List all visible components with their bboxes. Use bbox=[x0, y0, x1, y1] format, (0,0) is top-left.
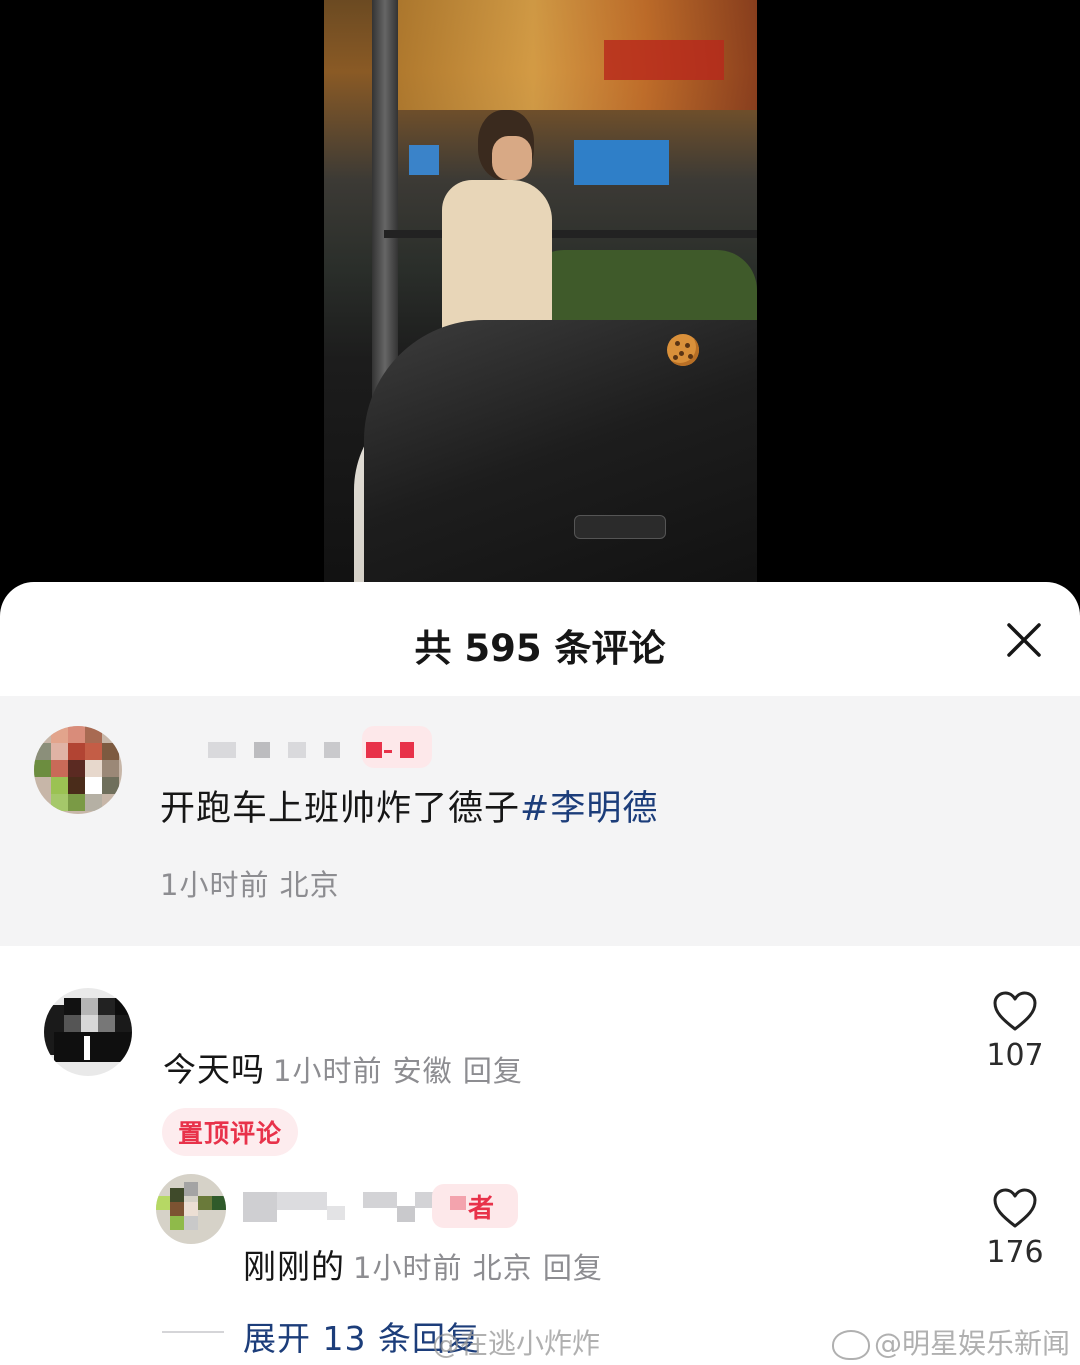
reply-body: 刚刚的 1小时前 北京 回复 bbox=[243, 1247, 603, 1286]
black-car bbox=[364, 320, 757, 600]
comment-body: 今天吗 1小时前 安徽 回复 bbox=[163, 1050, 523, 1089]
user-badge bbox=[362, 726, 432, 768]
post-meta: 1小时前 北京 bbox=[160, 868, 340, 902]
sheet-header: 共 595 条评论 bbox=[0, 582, 1080, 696]
pinned-comment-tag: 置顶评论 bbox=[162, 1108, 299, 1156]
avatar[interactable] bbox=[44, 988, 132, 1076]
watermark: @明星娱乐新闻 bbox=[832, 1322, 1070, 1362]
video-player[interactable] bbox=[0, 0, 1080, 600]
divider bbox=[162, 1331, 224, 1333]
cookie-sticker-icon bbox=[667, 334, 699, 366]
original-post: 开跑车上班帅炸了德子#李明德 1小时前 北京 bbox=[0, 696, 1080, 946]
reply-button[interactable]: 回复 bbox=[543, 1251, 603, 1285]
background-sign bbox=[604, 40, 724, 80]
heart-icon bbox=[993, 1188, 1037, 1228]
hashtag-link[interactable]: #李明德 bbox=[520, 789, 658, 829]
weibo-logo-icon bbox=[832, 1330, 870, 1360]
like-count: 176 bbox=[986, 1235, 1044, 1270]
close-icon[interactable] bbox=[1004, 620, 1044, 660]
comment-count-title: 共 595 条评论 bbox=[414, 627, 666, 670]
like-button[interactable]: 107 bbox=[970, 990, 1060, 1073]
watermark: @在逃小炸炸 bbox=[432, 1327, 601, 1360]
post-text: 开跑车上班帅炸了德子#李明德 bbox=[160, 789, 659, 829]
like-button[interactable]: 176 bbox=[970, 1187, 1060, 1270]
avatar[interactable] bbox=[156, 1174, 226, 1244]
background-screen bbox=[574, 140, 669, 185]
like-count: 107 bbox=[986, 1038, 1044, 1073]
avatar[interactable] bbox=[34, 726, 122, 814]
fence bbox=[384, 230, 757, 238]
background-screen bbox=[409, 145, 439, 175]
user-badge: 者 bbox=[432, 1184, 518, 1228]
comments-sheet: 共 595 条评论 开跑车上班帅炸了德子#李明德 1小时前 北京 今天吗 1小时… bbox=[0, 582, 1080, 1365]
username-blurred[interactable] bbox=[208, 742, 358, 760]
car-door-handle bbox=[574, 515, 666, 539]
reply-button[interactable]: 回复 bbox=[463, 1054, 523, 1088]
video-frame[interactable] bbox=[324, 0, 757, 600]
heart-icon bbox=[993, 991, 1037, 1031]
